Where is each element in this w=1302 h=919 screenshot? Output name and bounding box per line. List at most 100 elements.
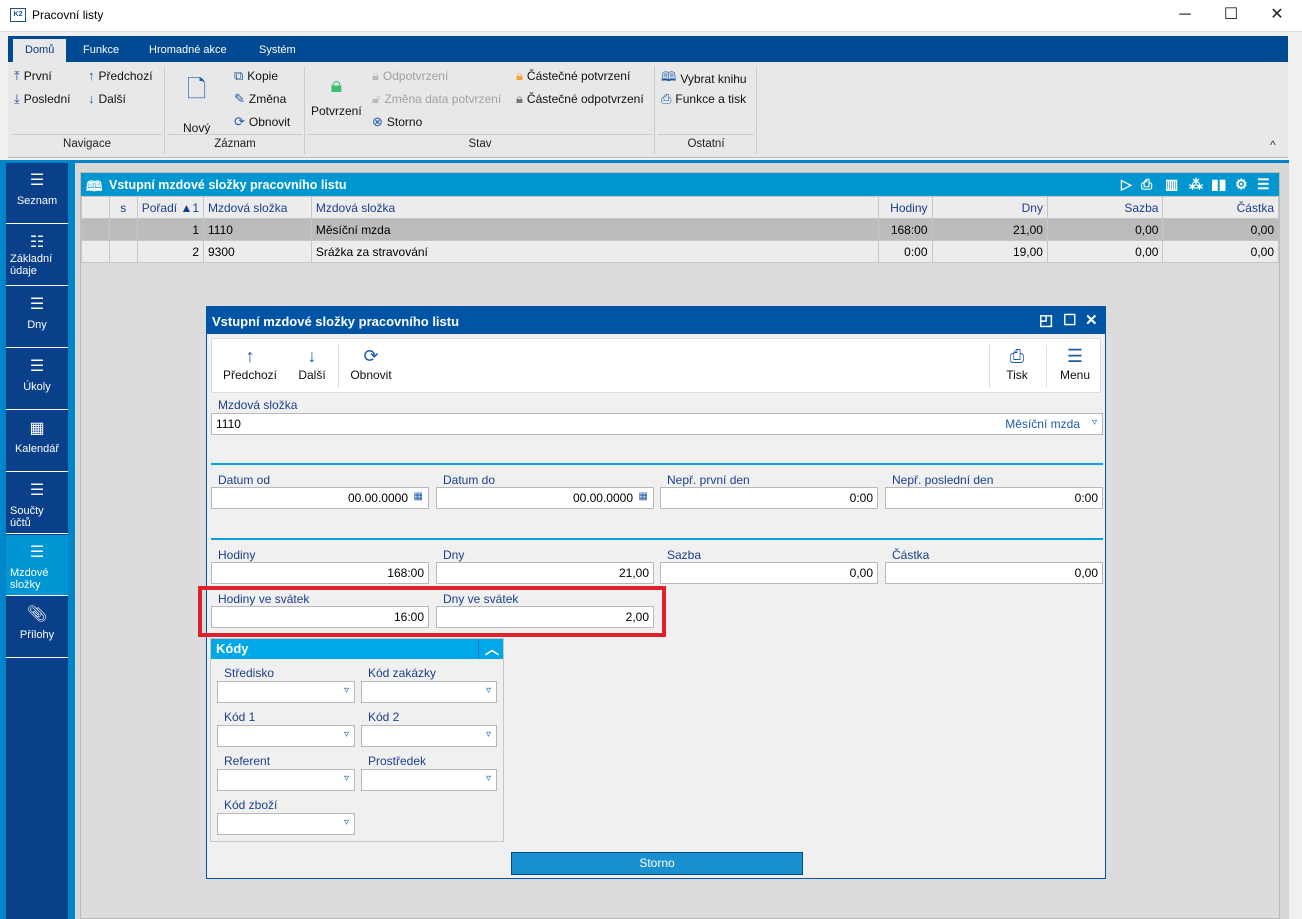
calendar-icon[interactable]: ▦ <box>639 491 648 502</box>
window-title: Pracovní listy <box>32 8 104 22</box>
chevron-up-icon[interactable]: ︿ <box>478 639 499 659</box>
close-button[interactable]: ✕ <box>1254 4 1300 28</box>
previous-button[interactable]: ↑ Předchozí <box>220 339 280 392</box>
kod2-select[interactable]: ▿ <box>361 725 497 747</box>
copy-button[interactable]: ⧉ Kopie <box>234 68 278 84</box>
partial-confirm-button[interactable]: 🔒︎ Částečné potvrzení <box>516 68 630 84</box>
next-button[interactable]: ↓ Další <box>292 339 332 392</box>
edit-button[interactable]: ✎ Změna <box>234 91 286 107</box>
columns-icon[interactable]: ▮▮ <box>1211 176 1226 193</box>
section-divider <box>211 463 1103 465</box>
menu-icon[interactable]: ☰ <box>1257 176 1270 193</box>
dropdown-icon[interactable]: ▿ <box>1092 417 1097 428</box>
partial-unconfirm-button[interactable]: 🔒︎ Částečné odpotvrzení <box>516 91 644 107</box>
new-button[interactable]: 🗋 Nový <box>183 72 210 135</box>
nepr-prvni-field[interactable]: 0:00 <box>660 487 878 509</box>
pencil-icon: ✎ <box>234 91 245 106</box>
sidebar-item-seznam[interactable]: ☰ Seznam <box>6 163 68 224</box>
prostredek-select[interactable]: ▿ <box>361 769 497 791</box>
stredisko-select[interactable]: ▿ <box>217 681 355 703</box>
kody-header[interactable]: Kódy ︿ <box>211 639 503 659</box>
tab-hromadne-akce[interactable]: Hromadné akce <box>137 39 239 62</box>
cell-poradi: 2 <box>136 240 205 263</box>
restore-icon[interactable]: ◰ <box>1039 311 1053 329</box>
print-button[interactable]: ⎙ Tisk <box>994 339 1040 392</box>
castka-field[interactable]: 0,00 <box>885 562 1103 584</box>
previous-button[interactable]: ↑ Předchozí <box>88 68 153 83</box>
maximize-icon[interactable]: ☐ <box>1063 311 1076 329</box>
mzdova-slozka-label: Mzdová složka <box>218 398 298 412</box>
sazba-field[interactable]: 0,00 <box>660 562 878 584</box>
dropdown-icon[interactable]: ▿ <box>344 817 349 828</box>
sidebar-item-zakladni-udaje[interactable]: ☷ Základní údaje <box>6 225 68 286</box>
select-book-button[interactable]: 🕮 Vybrat knihu <box>661 68 747 90</box>
sidebar-item-prilohy[interactable]: 📎︎ Přílohy <box>6 597 68 658</box>
sidebar-item-dny[interactable]: ☰ Dny <box>6 287 68 348</box>
confirm-label: Potvrzení <box>311 104 362 118</box>
table-row[interactable]: 2 9300 Srážka za stravování 0:00 19,00 0,00 0,… <box>81 240 1279 263</box>
col-mzdova-slozka-code[interactable]: Mzdová složka <box>203 196 312 219</box>
last-button[interactable]: ⤓ Poslední <box>14 91 70 107</box>
menu-button[interactable]: ☰ Menu <box>1050 339 1100 392</box>
filter-icon[interactable]: ⁂ <box>1189 176 1203 193</box>
minimize-button[interactable]: ─ <box>1162 4 1208 28</box>
dropdown-icon[interactable]: ▿ <box>344 685 349 696</box>
sidebar-item-kalendar[interactable]: ▦ Kalendář <box>6 411 68 472</box>
refresh-button[interactable]: ⟳ Obnovit <box>346 339 396 392</box>
cancel-circle-icon: ⊗ <box>372 114 383 129</box>
table-row[interactable]: 1 1110 Měsíční mzda 168:00 21,00 0,00 0,00 <box>81 218 1279 241</box>
datum-od-field[interactable]: 00.00.0000 ▦ <box>211 487 429 509</box>
refresh-label: Obnovit <box>248 115 291 129</box>
hodiny-field[interactable]: 168:00 <box>211 562 429 584</box>
col-dny[interactable]: Dny <box>931 196 1048 219</box>
datum-od-value: 00.00.0000 <box>347 491 408 505</box>
kod1-select[interactable]: ▿ <box>217 725 355 747</box>
dropdown-icon[interactable]: ▿ <box>486 729 491 740</box>
col-indicator[interactable] <box>81 196 110 219</box>
sidebar-item-soucty-uctu[interactable]: ☰ Součty účtů <box>6 473 68 534</box>
col-mzdova-slozka-name[interactable]: Mzdová složka <box>310 196 879 219</box>
close-icon[interactable]: ✕ <box>1085 311 1098 329</box>
sidebar-item-ukoly[interactable]: ☰ Úkoly <box>6 349 68 410</box>
functions-print-button[interactable]: ⎙ Funkce a tisk <box>661 91 746 107</box>
sidebar-item-mzdove-slozky[interactable]: ☰ Mzdové složky <box>6 535 68 596</box>
tab-system[interactable]: Systém <box>247 39 308 62</box>
collapse-ribbon-button[interactable]: ^ <box>1270 138 1276 152</box>
col-hodiny[interactable]: Hodiny <box>877 196 933 219</box>
change-confirm-date-button[interactable]: 🔓︎ Změna data potvrzení <box>372 91 501 107</box>
play-icon[interactable]: ▷ <box>1121 176 1132 193</box>
datum-do-field[interactable]: 00.00.0000 ▦ <box>436 487 654 509</box>
calendar-icon[interactable]: ▦ <box>414 491 423 502</box>
chart-icon[interactable]: ▥ <box>1165 176 1178 193</box>
settings-icon[interactable]: ⚙ <box>1235 176 1248 193</box>
kod-zakazky-select[interactable]: ▿ <box>361 681 497 703</box>
kod-zbozi-select[interactable]: ▿ <box>217 813 355 835</box>
nepr-posledni-field[interactable]: 0:00 <box>885 487 1103 509</box>
dropdown-icon[interactable]: ▿ <box>344 729 349 740</box>
grid-title: Vstupní mzdové složky pracovního listu <box>109 178 347 192</box>
dropdown-icon[interactable]: ▿ <box>486 685 491 696</box>
copy-icon: ⧉ <box>234 68 244 83</box>
dropdown-icon[interactable]: ▿ <box>486 773 491 784</box>
storno-button[interactable]: Storno <box>511 852 803 875</box>
mzdova-slozka-field[interactable]: 1110 Měsíční mzda ▿ <box>211 413 1103 435</box>
next-button[interactable]: ↓ Další <box>88 91 126 106</box>
maximize-button[interactable]: ☐ <box>1208 4 1254 28</box>
dropdown-icon[interactable]: ▿ <box>344 773 349 784</box>
app-logo-icon: K2 <box>10 8 26 22</box>
tab-funkce[interactable]: Funkce <box>71 39 131 62</box>
printer-icon[interactable]: ⎙ <box>1141 176 1152 193</box>
dny-field[interactable]: 21,00 <box>436 562 654 584</box>
first-button[interactable]: ⤒ První <box>14 68 52 84</box>
col-s[interactable]: s <box>108 196 138 219</box>
storno-ribbon-button[interactable]: ⊗ Storno <box>372 114 422 130</box>
confirm-button[interactable]: 🔒︎ Potvrzení <box>311 72 362 118</box>
sidebar-item-label: Přílohy <box>19 629 55 641</box>
tab-domu[interactable]: Domů <box>13 39 67 62</box>
col-castka[interactable]: Částka <box>1162 196 1279 219</box>
refresh-button[interactable]: ⟳ Obnovit <box>234 114 290 130</box>
col-poradi[interactable]: Pořadí ▲1 <box>136 196 205 219</box>
unconfirm-button[interactable]: 🔒︎ Odpotvrzení <box>372 68 448 84</box>
referent-select[interactable]: ▿ <box>217 769 355 791</box>
col-sazba[interactable]: Sazba <box>1046 196 1164 219</box>
